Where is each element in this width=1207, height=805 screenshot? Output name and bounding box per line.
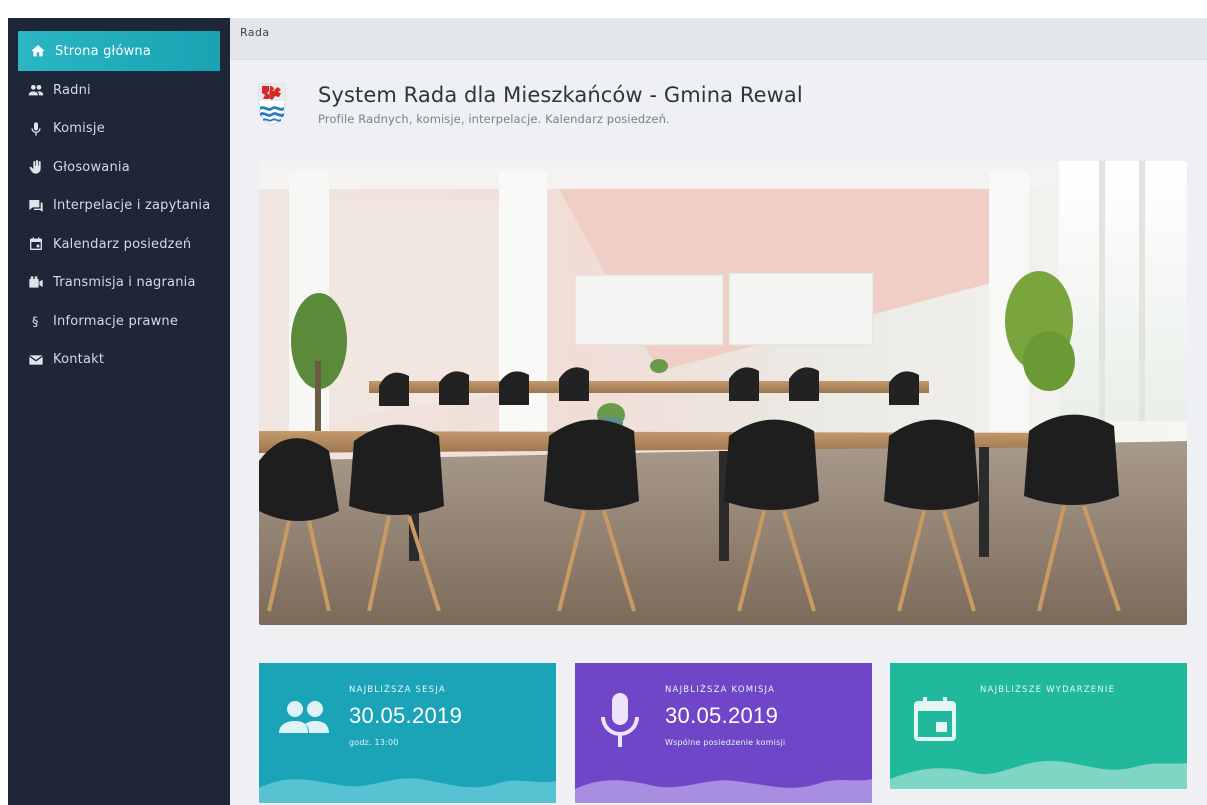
chat-icon [26,197,46,215]
sidebar-item-label: Kalendarz posiedzeń [53,236,192,252]
sidebar-item-label: Informacje prawne [53,313,179,329]
video-camera-icon [26,274,46,292]
hero-image [259,161,1187,625]
envelope-icon [26,351,46,369]
top-bar: Rada [230,18,1207,60]
sidebar-item-label: Strona główna [55,43,152,59]
meeting-room-photo [259,161,1187,625]
card-subtitle: Wspólne posiedzenie komisji [665,738,786,747]
sidebar-item-label: Radni [53,82,91,98]
card-label: NAJBLIŻSZA KOMISJA [665,685,776,695]
svg-text:§: § [32,314,38,329]
calendar-icon [914,697,956,741]
microphone-icon [26,120,46,138]
people-icon [279,701,329,733]
next-committee-card[interactable]: NAJBLIŻSZA KOMISJA 30.05.2019 Wspólne po… [575,663,872,803]
main-content: Rada System Rada dla Mieszkańców - Gmina… [230,18,1207,805]
card-wave-decoration [575,779,872,803]
sidebar-item-label: Komisje [53,121,105,137]
page-title: System Rada dla Mieszkańców - Gmina Rewa… [318,83,803,107]
sidebar-item-kalendarz[interactable]: Kalendarz posiedzeń [8,225,230,264]
card-date: 30.05.2019 [665,703,779,728]
sidebar-item-transmisja[interactable]: Transmisja i nagrania [8,264,230,303]
card-wave-decoration [259,778,556,803]
next-event-card[interactable]: NAJBLIŻSZE WYDARZENIE [890,663,1187,789]
hand-icon [26,158,46,176]
sidebar-item-komisje[interactable]: Komisje [8,110,230,149]
sidebar: Strona główna Radni Komisje Głosowania I… [8,18,230,805]
sidebar-item-label: Interpelacje i zapytania [53,198,211,214]
card-label: NAJBLIŻSZA SESJA [349,685,446,695]
home-icon [28,42,48,60]
sidebar-nav: Strona główna Radni Komisje Głosowania I… [8,31,230,379]
sidebar-item-home[interactable]: Strona główna [18,31,220,71]
card-date: 30.05.2019 [349,703,463,728]
next-session-card[interactable]: NAJBLIŻSZA SESJA 30.05.2019 godz. 13:00 [259,663,556,803]
page-subtitle: Profile Radnych, komisje, interpelacje. … [318,112,670,126]
calendar-icon [26,235,46,253]
sidebar-item-label: Transmisja i nagrania [53,275,196,291]
people-icon [26,81,46,99]
sidebar-item-informacje-prawne[interactable]: § Informacje prawne [8,302,230,341]
sidebar-item-glosowania[interactable]: Głosowania [8,148,230,187]
breadcrumb[interactable]: Rada [240,26,269,39]
page-header: System Rada dla Mieszkańców - Gmina Rewa… [258,82,803,126]
card-label: NAJBLIŻSZE WYDARZENIE [980,685,1116,695]
coat-of-arms-logo [258,83,286,126]
microphone-icon [601,693,639,747]
card-wave-decoration [890,760,1187,789]
section-sign-icon: § [26,312,46,330]
sidebar-item-label: Kontakt [53,352,105,368]
sidebar-item-label: Głosowania [53,159,130,175]
sidebar-item-radni[interactable]: Radni [8,71,230,110]
card-subtitle: godz. 13:00 [349,738,399,747]
sidebar-item-kontakt[interactable]: Kontakt [8,341,230,380]
sidebar-item-interpelacje[interactable]: Interpelacje i zapytania [8,187,230,226]
